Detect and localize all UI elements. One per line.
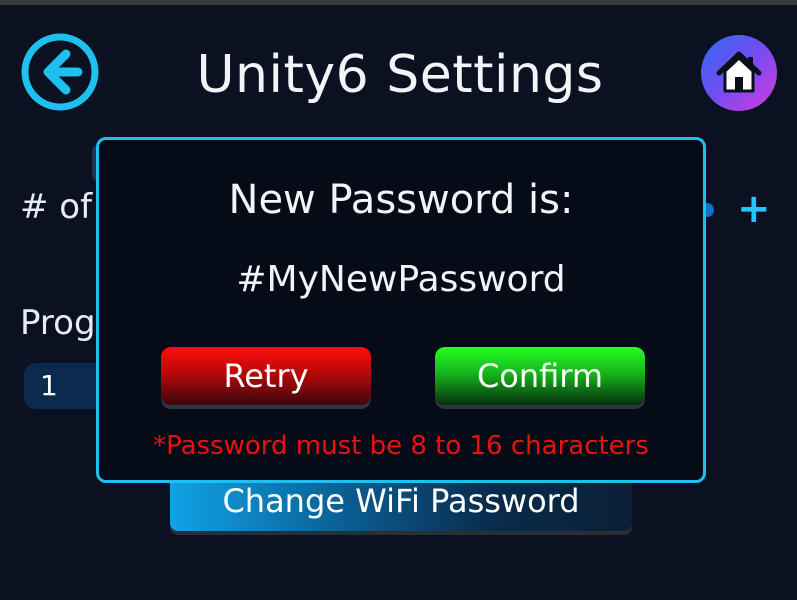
password-error-message: *Password must be 8 to 16 characters [153, 431, 649, 461]
settings-screen: Unity6 Settings # of + Prog 1 Change WiF… [0, 5, 797, 600]
page-title: Unity6 Settings [196, 45, 604, 105]
increment-button[interactable]: + [737, 187, 771, 231]
back-button[interactable] [20, 32, 100, 112]
change-wifi-password-label: Change WiFi Password [222, 482, 580, 520]
new-password-value: #MyNewPassword [236, 259, 566, 300]
program-value: 1 [40, 369, 58, 402]
arrow-left-circle-icon [21, 33, 99, 111]
retry-label: Retry [223, 357, 309, 395]
program-label: Prog [20, 303, 96, 343]
home-button[interactable] [701, 35, 777, 111]
confirm-label: Confirm [476, 357, 604, 395]
count-label: # of [20, 187, 93, 227]
confirm-button[interactable]: Confirm [435, 347, 645, 405]
dialog-title: New Password is: [228, 177, 574, 223]
home-icon [716, 51, 762, 93]
retry-button[interactable]: Retry [161, 347, 371, 405]
password-dialog: New Password is: #MyNewPassword Retry Co… [96, 137, 706, 483]
